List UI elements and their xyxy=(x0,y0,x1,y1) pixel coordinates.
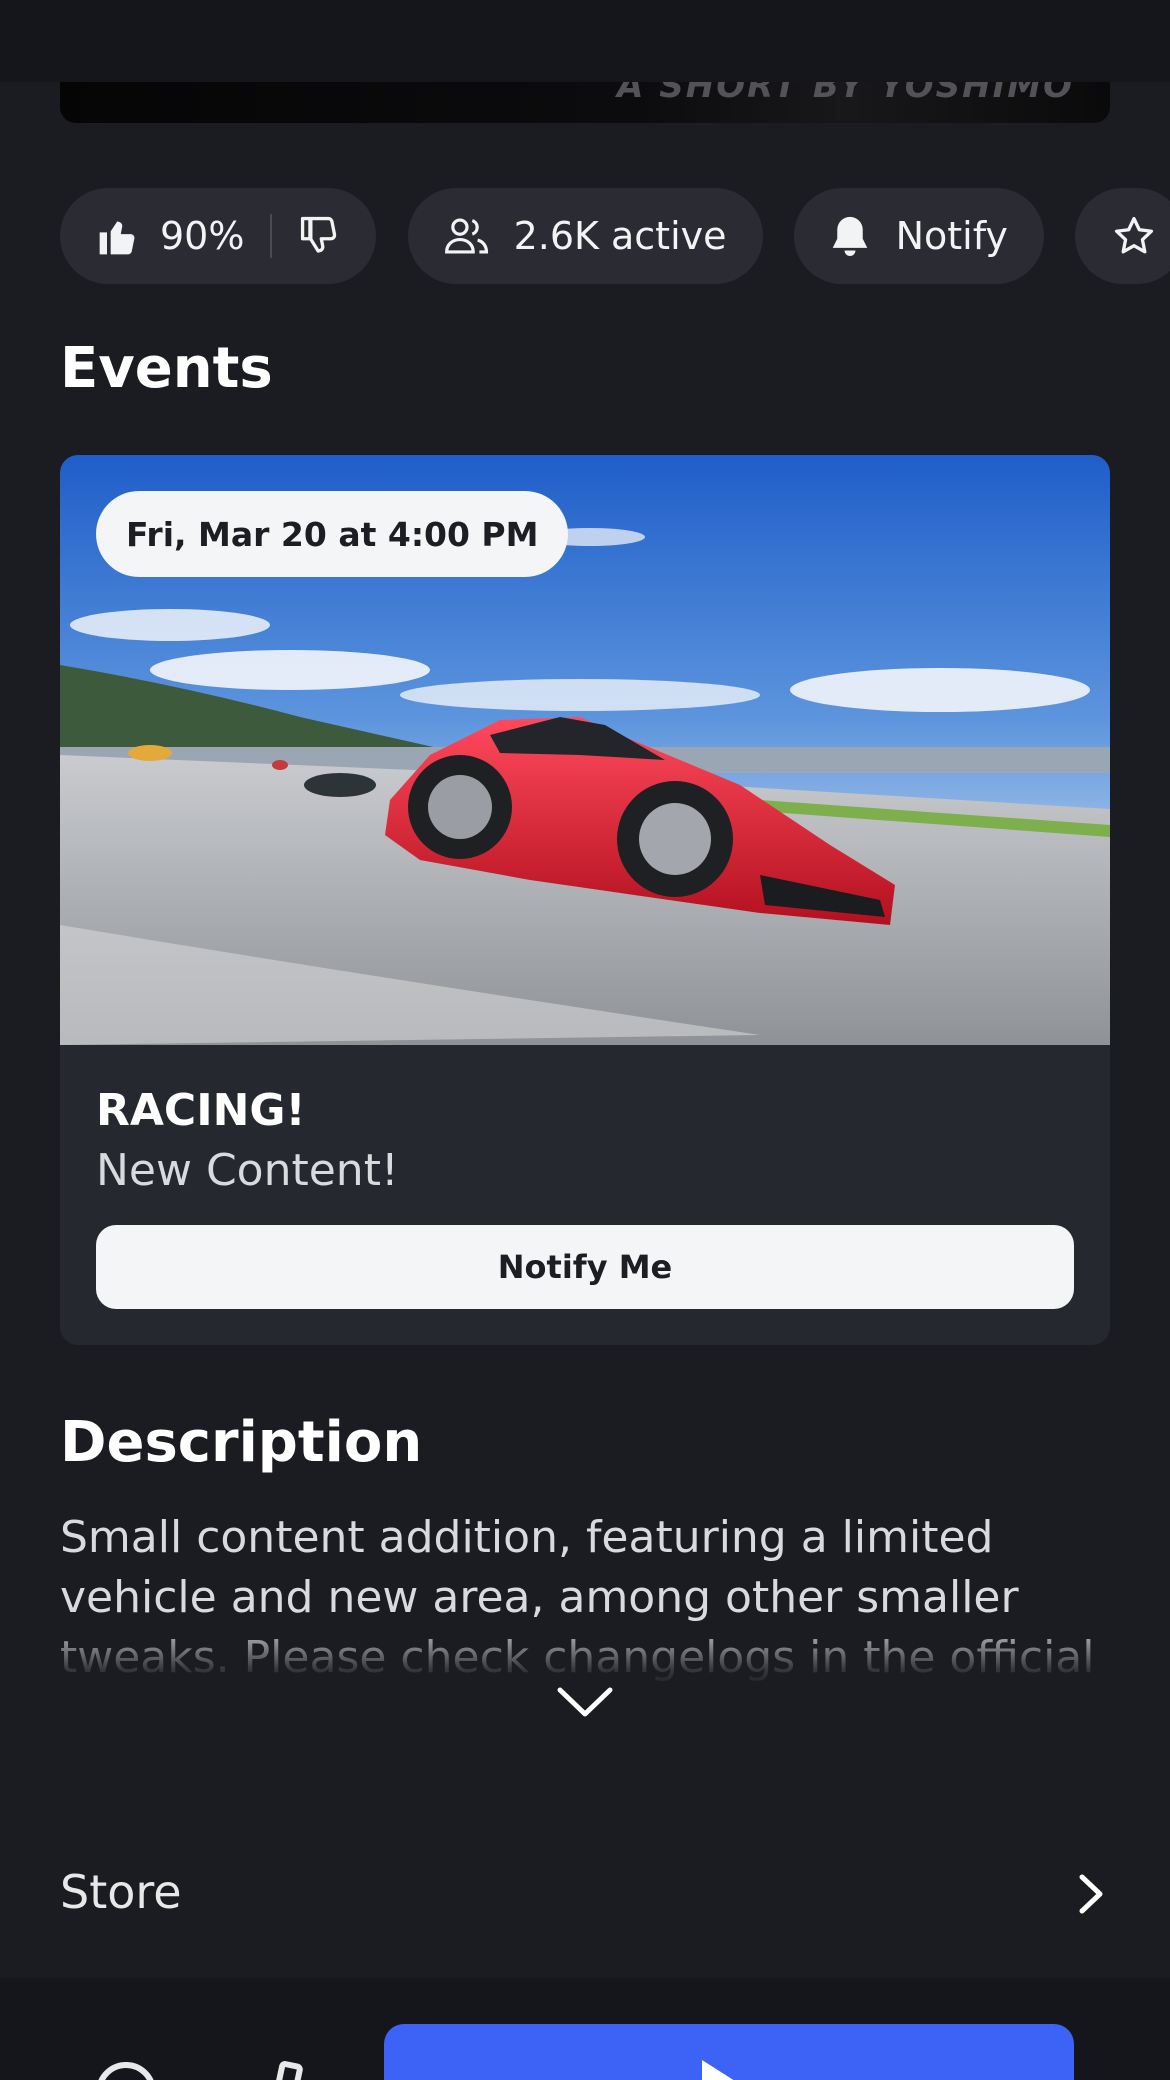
chevron-right-icon xyxy=(1079,1874,1103,1914)
event-card[interactable]: Fri, Mar 20 at 4:00 PM RACING! New Conte… xyxy=(60,455,1110,1345)
store-row[interactable]: Store xyxy=(0,1845,1170,1945)
event-date-badge: Fri, Mar 20 at 4:00 PM xyxy=(96,491,569,577)
store-label: Store xyxy=(60,1865,182,1919)
experience-page: A SHORT BY YOSHIMO 90% 2.6K active Notif… xyxy=(0,0,1170,2080)
description-heading: Description xyxy=(60,1410,423,1475)
bell-icon xyxy=(830,214,870,258)
top-bar xyxy=(0,0,1170,82)
play-button[interactable] xyxy=(384,2024,1074,2080)
event-title: RACING! xyxy=(96,1085,306,1136)
thumbs-down-icon[interactable] xyxy=(298,214,342,258)
users-icon xyxy=(444,214,490,258)
active-players-chip[interactable]: 2.6K active xyxy=(407,188,763,284)
play-icon xyxy=(702,2060,746,2080)
event-subtitle: New Content! xyxy=(96,1145,399,1196)
chevron-down-icon[interactable] xyxy=(556,1686,614,1720)
notify-chip-label: Notify xyxy=(895,214,1008,258)
notify-me-button[interactable]: Notify Me xyxy=(96,1225,1074,1309)
action-chips: 90% 2.6K active Notify xyxy=(60,188,1170,284)
rating-divider xyxy=(270,214,273,258)
star-icon xyxy=(1111,214,1157,258)
thumbs-up-icon[interactable] xyxy=(96,214,140,258)
rating-chip: 90% xyxy=(60,188,377,284)
favorite-chip[interactable] xyxy=(1075,188,1170,284)
active-players-count: 2.6K active xyxy=(513,214,727,258)
events-heading: Events xyxy=(60,336,273,401)
description-fade xyxy=(40,1620,1120,1690)
rating-percent: 90% xyxy=(160,214,245,258)
notify-chip[interactable]: Notify xyxy=(793,188,1044,284)
